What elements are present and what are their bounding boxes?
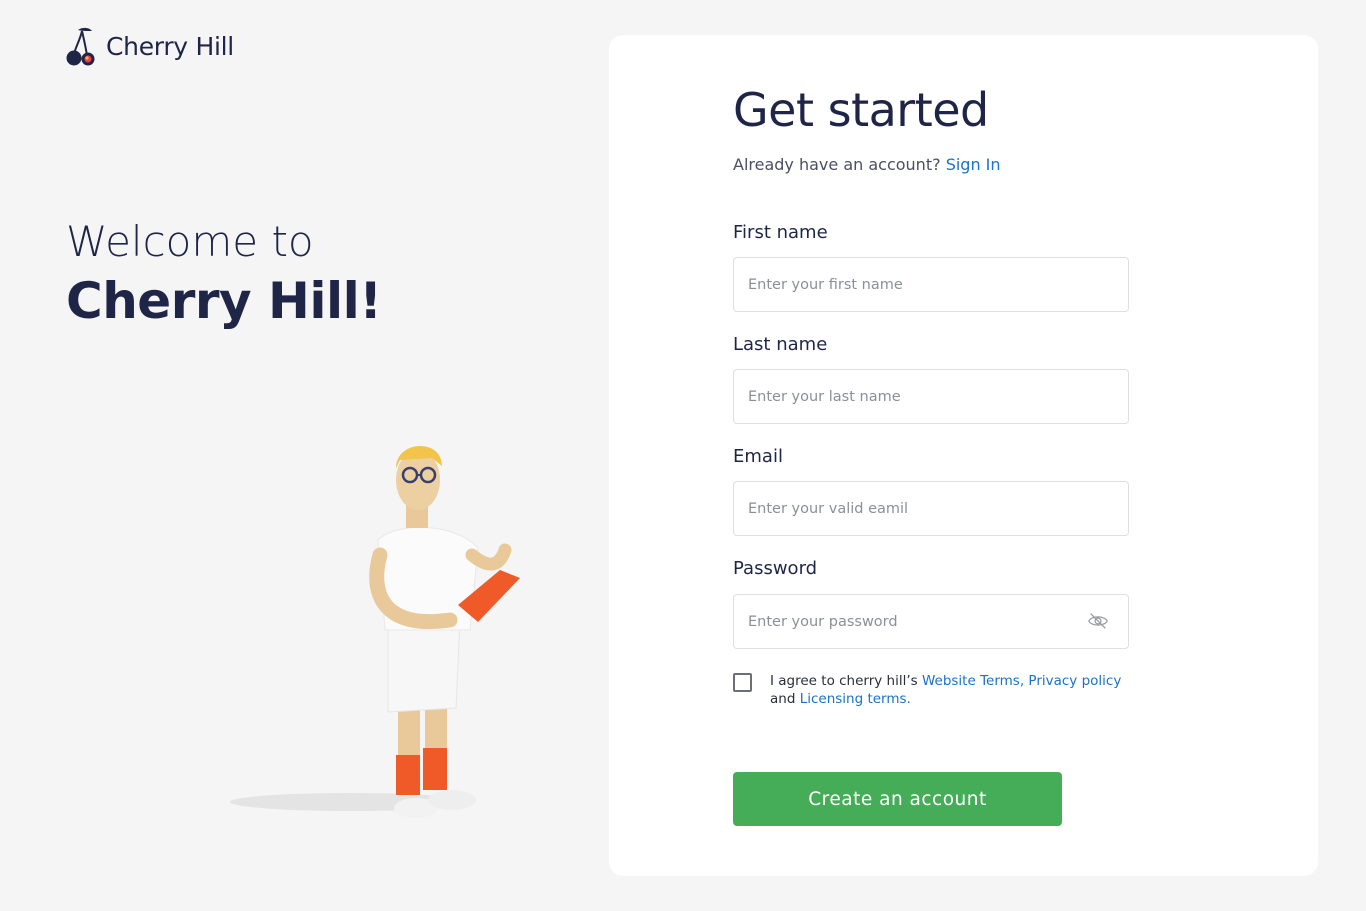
terms-middle: and: [770, 691, 800, 707]
terms-text: I agree to cherry hill’s Website Terms, …: [770, 672, 1121, 708]
signin-link[interactable]: Sign In: [946, 155, 1001, 174]
page-title: Get started: [733, 83, 989, 137]
website-terms-link[interactable]: Website Terms,: [922, 673, 1024, 689]
password-label: Password: [733, 558, 818, 579]
brand-logo[interactable]: Cherry Hill: [64, 26, 234, 66]
create-account-button[interactable]: Create an account: [733, 772, 1062, 826]
privacy-policy-link[interactable]: Privacy policy: [1028, 673, 1121, 689]
terms-agreement: I agree to cherry hill’s Website Terms, …: [733, 672, 1133, 708]
signin-prompt: Already have an account? Sign In: [733, 155, 1001, 174]
person-illustration: [230, 445, 520, 818]
licensing-terms-link[interactable]: Licensing terms.: [800, 691, 911, 707]
first-name-input[interactable]: [733, 257, 1129, 312]
welcome-heading: Welcome to Cherry Hill!: [66, 215, 382, 333]
terms-prefix: I agree to cherry hill’s: [770, 673, 922, 689]
password-input[interactable]: [733, 594, 1129, 649]
welcome-line-2: Cherry Hill!: [66, 272, 382, 330]
signup-card: Get started Already have an account? Sig…: [609, 35, 1318, 876]
email-input[interactable]: [733, 481, 1129, 536]
eye-off-icon[interactable]: [1087, 610, 1109, 632]
brand-name: Cherry Hill: [106, 31, 234, 61]
last-name-input[interactable]: [733, 369, 1129, 424]
signin-prompt-text: Already have an account?: [733, 155, 941, 174]
welcome-line-1: Welcome to: [66, 217, 314, 266]
terms-checkbox[interactable]: [733, 673, 752, 692]
last-name-label: Last name: [733, 334, 828, 355]
cherry-icon: [66, 27, 95, 66]
first-name-label: First name: [733, 222, 828, 243]
email-label: Email: [733, 446, 783, 467]
